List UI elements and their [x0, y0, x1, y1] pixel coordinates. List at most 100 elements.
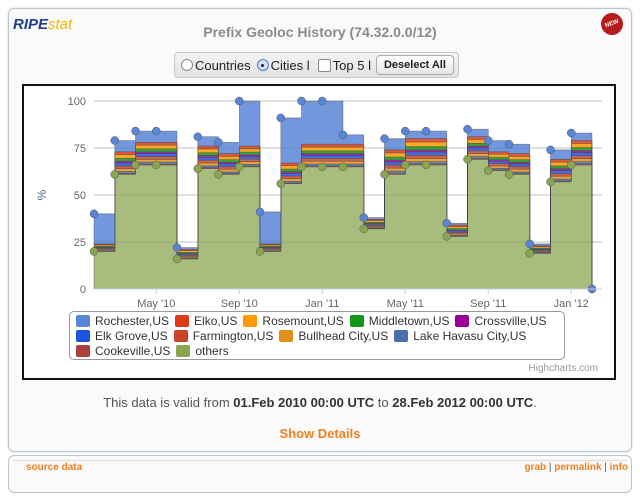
legend-swatch	[279, 330, 294, 342]
legend-swatch	[394, 330, 409, 342]
legend-item[interactable]: Middletown,US	[349, 314, 450, 328]
legend-label: Cookeville,US	[95, 344, 171, 358]
data-point	[131, 126, 140, 136]
y-tick-label: 0	[80, 284, 86, 296]
data-point	[525, 239, 534, 249]
footer-bar	[8, 455, 632, 493]
validity-text: This data is valid from 01.Feb 2010 00:0…	[103, 395, 537, 410]
y-tick-label: 50	[74, 190, 86, 202]
legend-swatch	[349, 315, 364, 327]
data-point	[193, 132, 202, 141]
legend-item[interactable]: Lake Havasu City,US	[394, 329, 526, 343]
page-title: Prefix Geoloc History (74.32.0.0/12)	[203, 24, 437, 40]
data-point	[359, 213, 368, 222]
top5-checkbox[interactable]	[317, 58, 331, 72]
data-point	[463, 124, 472, 134]
legend-label: Rosemount,US	[262, 314, 344, 328]
cities-label[interactable]: Cities l	[271, 58, 310, 73]
data-point	[504, 139, 514, 149]
data-point	[484, 166, 493, 175]
legend-swatch	[76, 315, 90, 327]
data-point	[504, 170, 514, 179]
show-details-link[interactable]: Show Details	[0, 426, 640, 441]
footer-links: grab | permalink | info	[524, 462, 628, 473]
data-point	[380, 134, 389, 143]
legend-label: Farmington,US	[192, 329, 274, 343]
data-point	[338, 162, 348, 172]
cities-radio[interactable]	[256, 59, 269, 71]
data-point	[235, 162, 244, 172]
data-point	[110, 136, 119, 145]
data-point	[442, 232, 451, 241]
legend-swatch	[76, 345, 90, 357]
x-tick-label: Sep '11	[470, 298, 506, 310]
legend-label: Elko,US	[194, 314, 238, 328]
y-tick-label: 75	[74, 143, 86, 155]
data-point	[152, 160, 161, 170]
data-point	[484, 136, 493, 145]
data-point	[567, 160, 576, 170]
legend-label: Bullhead City,US	[298, 329, 389, 343]
data-point	[276, 179, 285, 188]
x-tick-label: May '11	[387, 298, 424, 310]
data-point	[567, 128, 576, 138]
legend-item[interactable]: Elk Grove,US	[76, 329, 168, 343]
countries-radio[interactable]	[181, 59, 193, 71]
legend-item[interactable]: Bullhead City,US	[279, 329, 388, 343]
y-tick-label: 100	[68, 96, 86, 108]
data-point	[318, 162, 327, 172]
legend-item[interactable]: Rosemount,US	[243, 314, 344, 328]
data-point	[338, 130, 348, 140]
data-point	[255, 207, 265, 217]
data-point	[401, 126, 410, 136]
deselect-all-button[interactable]: Deselect All	[375, 55, 454, 75]
data-point	[172, 243, 182, 252]
legend-item[interactable]: Farmington,US	[173, 329, 274, 343]
data-point	[193, 164, 202, 173]
view-controls: Countries Cities l Top 5 l Deselect All	[174, 52, 459, 78]
legend-item[interactable]: others	[176, 344, 229, 358]
x-tick-label: Sep '10	[221, 298, 258, 310]
info-link[interactable]: info	[610, 462, 628, 473]
data-point	[318, 96, 327, 106]
legend-item[interactable]: Crossville,US	[455, 314, 547, 328]
y-tick-label: 25	[74, 237, 86, 249]
legend-label: Elk Grove,US	[95, 329, 168, 343]
legend-swatch	[455, 315, 470, 327]
y-axis-label: %	[35, 189, 49, 200]
data-point	[442, 218, 451, 228]
data-point	[546, 177, 555, 187]
legend-swatch	[176, 345, 191, 357]
data-point	[255, 247, 265, 256]
legend-swatch	[243, 315, 258, 327]
data-point	[110, 170, 119, 179]
legend-item[interactable]: Elko,US	[175, 314, 237, 328]
data-point	[276, 113, 285, 123]
data-point	[297, 162, 306, 172]
legend-label: Crossville,US	[474, 314, 547, 328]
source-data-link[interactable]: source data	[26, 462, 82, 473]
top5-label[interactable]: Top 5 l	[333, 58, 371, 73]
data-point	[131, 160, 140, 170]
data-point	[214, 138, 223, 147]
data-point	[214, 170, 223, 179]
permalink-link[interactable]: permalink	[554, 462, 601, 473]
data-point	[152, 126, 161, 136]
legend-swatch	[76, 330, 90, 342]
legend-item[interactable]: Rochester,US	[76, 314, 169, 328]
data-point	[463, 155, 472, 164]
data-point	[401, 160, 410, 170]
legend-swatch	[175, 315, 190, 327]
data-point	[89, 209, 99, 219]
grab-link[interactable]: grab	[524, 462, 546, 473]
data-point	[546, 145, 555, 155]
data-point	[297, 96, 306, 106]
series-area	[93, 159, 593, 290]
countries-label[interactable]: Countries	[195, 58, 251, 73]
data-point	[172, 254, 182, 264]
legend-label: Lake Havasu City,US	[413, 329, 527, 343]
legend-label: Middletown,US	[368, 314, 450, 328]
legend-item[interactable]: Cookeville,US	[76, 344, 170, 358]
data-point	[359, 224, 368, 234]
highcharts-credit[interactable]: Highcharts.com	[529, 363, 598, 374]
